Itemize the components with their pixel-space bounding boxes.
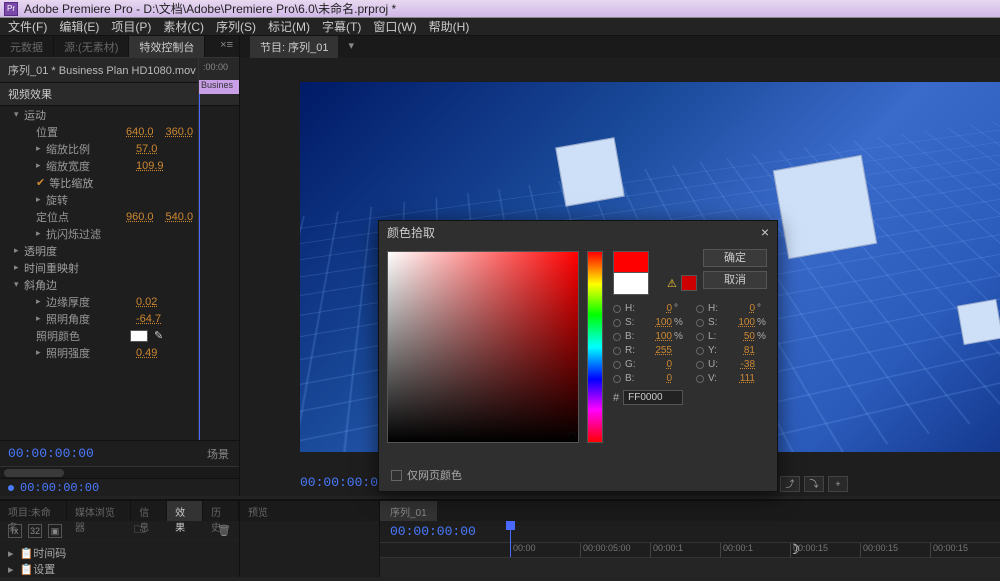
timeline-tracks[interactable] bbox=[380, 557, 1000, 577]
window-title: Adobe Premiere Pro - D:\文档\Adobe\Premier… bbox=[24, 0, 396, 17]
eyedropper-icon[interactable]: ✎ bbox=[154, 329, 163, 342]
menu-sequence[interactable]: 序列(S) bbox=[216, 18, 256, 35]
color-picker-dialog: 颜色拾取 × 确定 取消 ⚠ H:0° H:0° S:100% bbox=[378, 220, 778, 492]
tab-metadata[interactable]: 元数据 bbox=[0, 36, 54, 57]
tab-info[interactable]: 信息 bbox=[131, 501, 167, 521]
checkbox-icon[interactable] bbox=[391, 470, 402, 481]
hue-slider[interactable] bbox=[587, 251, 603, 443]
field-s2[interactable]: S:100% bbox=[696, 317, 769, 328]
new-bin-icon[interactable]: 🗀 bbox=[134, 521, 145, 540]
tab-effects[interactable]: 效果 bbox=[167, 501, 203, 521]
effect-controls-body: 序列_01 * Business Plan HD1080.mov 视频效果 ▾运… bbox=[0, 58, 239, 440]
extract-button[interactable]: ⤵ bbox=[804, 476, 824, 492]
hex-row: # bbox=[613, 390, 769, 405]
dialog-titlebar[interactable]: 颜色拾取 × bbox=[379, 221, 777, 243]
color-swatch[interactable] bbox=[130, 330, 148, 342]
field-l[interactable]: L:50% bbox=[696, 331, 769, 342]
tab-preview[interactable]: 预览 bbox=[240, 501, 276, 521]
color-cursor[interactable] bbox=[568, 432, 576, 440]
effect-scrollbar[interactable] bbox=[0, 466, 239, 478]
tab-sequence[interactable]: 序列_01 bbox=[380, 501, 437, 521]
menu-clip[interactable]: 素材(C) bbox=[163, 18, 204, 35]
timeline-panel: 序列_01 00:00:00:00 00:00 00:00:05:00 00:0… bbox=[380, 501, 1000, 577]
accel-icon[interactable]: ▣ bbox=[48, 524, 62, 538]
field-bv[interactable]: B:0 bbox=[613, 373, 686, 384]
timeline-timecode[interactable]: 00:00:00:00 bbox=[390, 524, 476, 539]
mini-timecode: :00:00 bbox=[203, 62, 228, 72]
field-h[interactable]: H:0° bbox=[613, 303, 686, 314]
menu-marker[interactable]: 标记(M) bbox=[268, 18, 310, 35]
record-dot-icon bbox=[8, 485, 14, 491]
app-icon: Pr bbox=[4, 2, 18, 16]
field-b[interactable]: B:100% bbox=[613, 331, 686, 342]
trash-icon[interactable]: 🗑 bbox=[217, 524, 231, 537]
add-button[interactable]: + bbox=[828, 476, 848, 492]
menu-title[interactable]: 字幕(T) bbox=[322, 18, 361, 35]
gamut-swatch[interactable] bbox=[681, 275, 697, 291]
preview-panel: 预览 bbox=[240, 501, 380, 577]
effect-timecode-row: 00:00:00:00 场景 bbox=[0, 440, 239, 466]
menu-bar: 文件(F) 编辑(E) 项目(P) 素材(C) 序列(S) 标记(M) 字幕(T… bbox=[0, 18, 1000, 36]
hex-input[interactable] bbox=[623, 390, 683, 405]
menu-help[interactable]: 帮助(H) bbox=[429, 18, 470, 35]
project-timecode-row[interactable]: ▸📋 时间码 bbox=[8, 545, 231, 561]
tab-history[interactable]: 历史 bbox=[203, 501, 239, 521]
bottom-panels: 项目:未命名 媒体浏览器 信息 效果 历史 fx 32 ▣ 🗀 🗑 ▸📋 时间码… bbox=[0, 499, 1000, 577]
dialog-title: 颜色拾取 bbox=[387, 224, 435, 241]
tab-program[interactable]: 节目: 序列_01 bbox=[250, 36, 338, 58]
moon-icon: ☽ bbox=[787, 541, 800, 558]
yuv-icon[interactable]: 32 bbox=[28, 524, 42, 538]
left-panel-tabs: 元数据 源:(无素材) 特效控制台 ×≡ bbox=[0, 36, 239, 58]
window-titlebar: Pr Adobe Premiere Pro - D:\文档\Adobe\Prem… bbox=[0, 0, 1000, 18]
effect-timecode[interactable]: 00:00:00:00 bbox=[8, 446, 94, 461]
color-field[interactable] bbox=[387, 251, 579, 443]
left-footer-timecode: 00:00:00:00 bbox=[0, 478, 239, 496]
mini-clip[interactable]: Busines bbox=[199, 80, 239, 94]
warning-icon: ⚠ bbox=[667, 277, 677, 290]
gamut-warning[interactable]: ⚠ bbox=[667, 271, 697, 295]
scene-label: 场景 bbox=[207, 446, 229, 462]
lift-button[interactable]: ⤴ bbox=[780, 476, 800, 492]
tab-media-browser[interactable]: 媒体浏览器 bbox=[67, 501, 131, 521]
menu-project[interactable]: 项目(P) bbox=[111, 18, 151, 35]
footer-timecode[interactable]: 00:00:00:00 bbox=[20, 481, 99, 495]
new-color-swatch[interactable] bbox=[613, 251, 649, 273]
menu-window[interactable]: 窗口(W) bbox=[373, 18, 416, 35]
project-panel: 项目:未命名 媒体浏览器 信息 效果 历史 fx 32 ▣ 🗀 🗑 ▸📋 时间码… bbox=[0, 501, 240, 577]
field-r[interactable]: R:255 bbox=[613, 345, 686, 356]
tab-program-menu[interactable]: ▾ bbox=[338, 36, 364, 58]
effect-mini-timeline: :00:00 Busines bbox=[198, 58, 238, 440]
mini-playhead[interactable] bbox=[199, 94, 200, 440]
cancel-button[interactable]: 取消 bbox=[703, 271, 767, 289]
tab-effect-controls[interactable]: 特效控制台 bbox=[129, 36, 205, 57]
effects-toolbar: fx 32 ▣ 🗀 🗑 bbox=[0, 521, 239, 541]
ok-button[interactable]: 确定 bbox=[703, 249, 767, 267]
field-h2[interactable]: H:0° bbox=[696, 303, 769, 314]
effect-controls-panel: 元数据 源:(无素材) 特效控制台 ×≡ 序列_01 * Business Pl… bbox=[0, 36, 240, 496]
project-settings-row[interactable]: ▸📋 设置 bbox=[8, 561, 231, 577]
program-tabs: 节目: 序列_01 ▾ bbox=[240, 36, 1000, 58]
dialog-close-button[interactable]: × bbox=[761, 224, 769, 240]
field-s[interactable]: S:100% bbox=[613, 317, 686, 328]
timeline-ruler[interactable]: 00:00 00:00:05:00 00:00:1 00:00:1 00:00:… bbox=[510, 543, 1000, 557]
old-color-swatch[interactable] bbox=[613, 273, 649, 295]
menu-edit[interactable]: 编辑(E) bbox=[59, 18, 99, 35]
field-u[interactable]: U:-38 bbox=[696, 359, 769, 370]
field-g[interactable]: G:0 bbox=[613, 359, 686, 370]
panel-menu-icon[interactable]: ×≡ bbox=[214, 36, 239, 57]
hash-label: # bbox=[613, 392, 619, 404]
web-colors-checkbox[interactable]: 仅网页颜色 bbox=[391, 467, 462, 483]
menu-file[interactable]: 文件(F) bbox=[8, 18, 47, 35]
preset-icon[interactable]: fx bbox=[8, 524, 22, 538]
field-v[interactable]: V:111 bbox=[696, 373, 769, 384]
field-y[interactable]: Y:81 bbox=[696, 345, 769, 356]
tab-project[interactable]: 项目:未命名 bbox=[0, 501, 67, 521]
tab-source[interactable]: 源:(无素材) bbox=[54, 36, 129, 57]
